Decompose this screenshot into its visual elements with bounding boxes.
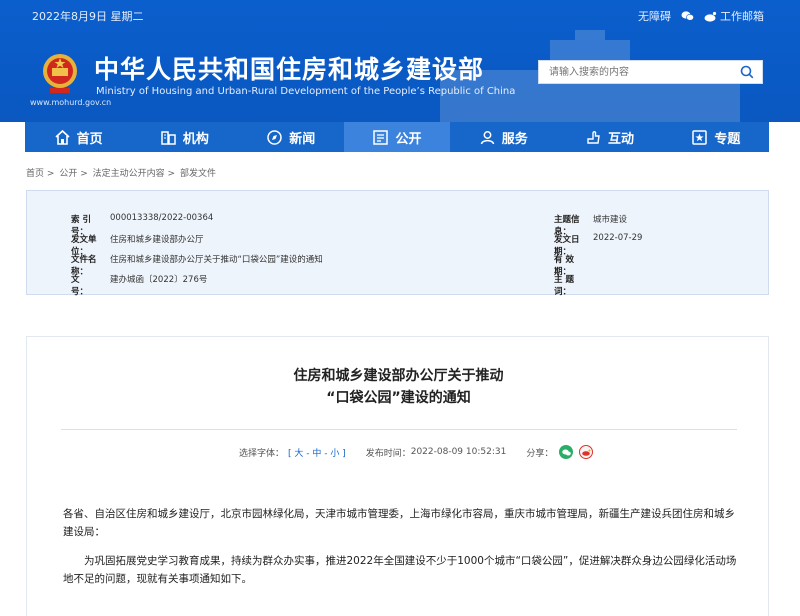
publish-time-label: 发布时间： (365, 448, 411, 459)
disclosure-icon (373, 129, 389, 145)
nav-item-label: 首页 (76, 131, 103, 147)
news-icon (267, 129, 282, 145)
breadcrumb-separator: > (167, 169, 176, 179)
site-header: 2022年8月9日 星期二 无障碍 工作邮箱 www.mohurd.gov.cn… (0, 0, 800, 122)
work-email-label: 工作邮箱 (720, 10, 764, 23)
nav-item-label: 公开 (395, 131, 422, 147)
wechat-icon[interactable] (681, 11, 694, 21)
nav-item-label: 专题 (714, 131, 741, 147)
wechat-icon (562, 449, 571, 455)
article-toolbar: 选择字体： [ 大 - 中 - 小 ] 发布时间： 2022-08-09 10:… (239, 445, 594, 459)
main-nav: 首页 机构 新闻 公开 服务 互动 专题 (25, 122, 769, 152)
body-paragraph: 为巩固拓展党史学习教育成果，持续为群众办实事，推进2022年全国建设不少于100… (63, 555, 737, 585)
national-emblem-icon (43, 54, 77, 93)
meta-label: 主 题 词： (554, 275, 574, 297)
document-meta-box: 索 引 号： 000013338/2022-00364 发文单位： 住房和城乡建… (26, 190, 769, 297)
share-wechat-icon[interactable] (559, 445, 574, 459)
nav-item-interact[interactable]: 互动 (556, 122, 662, 152)
share-label: 分享： (526, 448, 554, 459)
weibo-icon (582, 449, 591, 456)
nav-item-organization[interactable]: 机构 (131, 122, 237, 152)
top-bar: 2022年8月9日 星期二 无障碍 工作邮箱 (0, 0, 800, 28)
article-title: 住房和城乡建设部办公厅关于推动 “口袋公园”建设的通知 (27, 365, 770, 409)
nav-item-disclosure[interactable]: 公开 (343, 122, 451, 152)
topic-icon (692, 129, 708, 145)
home-icon (55, 129, 70, 145)
work-email-link[interactable]: 工作邮箱 (704, 8, 764, 24)
breadcrumb-item-ministry-docs[interactable]: 部发文件 (180, 169, 216, 179)
body-paragraph: 各省、自治区住房和城乡建设厅，北京市园林绿化局，天津市城市管理委，上海市绿化市容… (63, 508, 735, 538)
search-box (538, 60, 763, 84)
nav-item-topic[interactable]: 专题 (663, 122, 769, 152)
meta-label: 文 号： (71, 275, 97, 297)
nav-item-label: 新闻 (289, 131, 316, 147)
breadcrumb-separator: > (46, 169, 55, 179)
meta-value: 2022-07-29 (593, 233, 643, 243)
font-size-label: 选择字体： (239, 448, 285, 459)
site-title: 中华人民共和国住房和城乡建设部 (94, 55, 485, 84)
nav-item-label: 服务 (501, 131, 528, 147)
publish-time-value: 2022-08-09 10:52:31 (410, 447, 507, 457)
nav-item-service[interactable]: 服务 (450, 122, 556, 152)
breadcrumb-item-home[interactable]: 首页 (26, 169, 44, 179)
font-size-selector[interactable]: [ 大 - 中 - 小 ] (288, 446, 346, 459)
service-icon (480, 130, 494, 144)
site-domain: www.mohurd.gov.cn (30, 98, 112, 107)
article-title-line-1: 住房和城乡建设部办公厅关于推动 (293, 368, 504, 384)
meta-row-keywords: 主 题 词： (554, 273, 593, 297)
article-body: 各省、自治区住房和城乡建设厅，北京市园林绿化局，天津市城市管理委，上海市绿化市容… (63, 505, 739, 599)
meta-row-docno: 文 号： 建办城函〔2022〕276号 (71, 273, 207, 297)
interact-icon (587, 130, 600, 144)
article: 住房和城乡建设部办公厅关于推动 “口袋公园”建设的通知 选择字体： [ 大 - … (26, 336, 769, 616)
search-icon[interactable] (740, 65, 754, 79)
title-divider (61, 429, 737, 430)
article-title-line-2: “口袋公园”建设的通知 (326, 390, 471, 406)
breadcrumb-item-disclosure[interactable]: 公开 (59, 169, 77, 179)
site-subtitle: Ministry of Housing and Urban-Rural Deve… (96, 86, 516, 97)
nav-item-label: 机构 (182, 131, 209, 147)
breadcrumb: 首页 > 公开 > 法定主动公开内容 > 部发文件 (26, 166, 216, 179)
nav-item-home[interactable]: 首页 (25, 122, 131, 152)
accessibility-link[interactable]: 无障碍 (638, 8, 671, 24)
building-icon (161, 130, 176, 145)
breadcrumb-item-statutory[interactable]: 法定主动公开内容 (93, 169, 165, 179)
share-weibo-icon[interactable] (579, 445, 594, 459)
breadcrumb-separator: > (80, 169, 88, 179)
weibo-icon (704, 11, 717, 22)
current-date: 2022年8月9日 星期二 (32, 10, 144, 23)
nav-item-label: 互动 (608, 131, 635, 147)
nav-item-news[interactable]: 新闻 (238, 122, 344, 152)
search-input[interactable] (539, 61, 729, 83)
meta-value: 建办城函〔2022〕276号 (110, 275, 208, 285)
